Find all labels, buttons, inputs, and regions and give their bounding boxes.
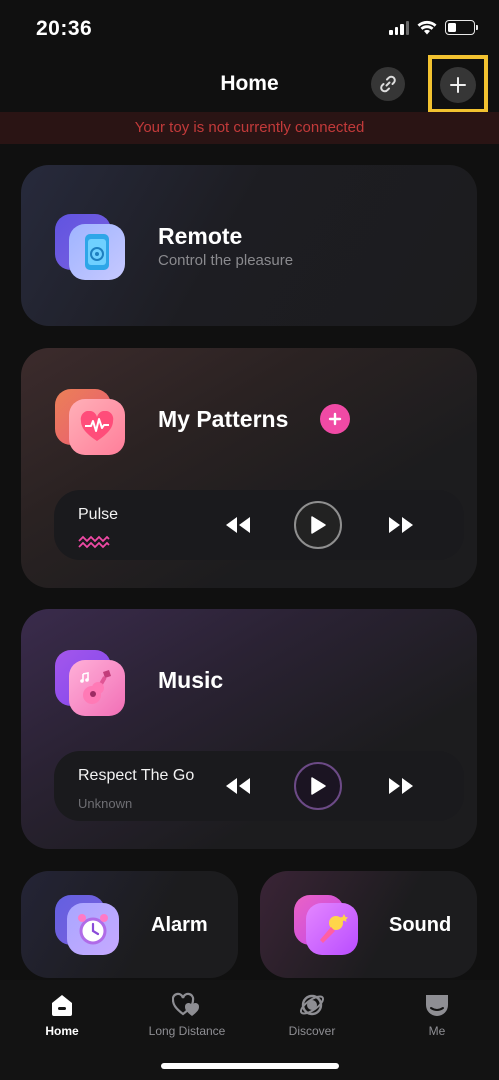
status-time: 20:36 (36, 17, 93, 40)
tab-label-discover: Discover (288, 1024, 336, 1038)
home-icon (52, 995, 72, 1016)
next-button[interactable] (385, 513, 417, 537)
status-bar: 20:36 (0, 0, 499, 60)
tab-label-me: Me (428, 1024, 446, 1038)
add-button[interactable] (440, 67, 476, 103)
hearts-icon (172, 992, 200, 1016)
play-button[interactable] (294, 762, 342, 810)
sound-card[interactable]: Sound (260, 871, 477, 978)
home-indicator[interactable] (161, 1063, 339, 1069)
add-pattern-button[interactable] (320, 404, 350, 434)
music-title: Music (158, 667, 224, 693)
tab-home[interactable]: Home (7, 990, 117, 1038)
music-card[interactable]: Music Respect The Go Unknown (21, 609, 477, 849)
sound-title: Sound (389, 914, 452, 936)
pattern-track-name: Pulse (78, 506, 119, 523)
patterns-card[interactable]: My Patterns Pulse (21, 348, 477, 588)
music-player: Respect The Go Unknown (54, 751, 464, 821)
tab-label-home: Home (45, 1024, 79, 1038)
wifi-icon (417, 20, 437, 35)
fast-forward-icon (389, 517, 413, 533)
link-button[interactable] (371, 67, 405, 101)
battery-icon (445, 20, 478, 35)
remote-subtitle: Control the pleasure (158, 252, 294, 269)
rewind-icon (226, 778, 250, 794)
remote-title: Remote (158, 223, 243, 249)
tab-me[interactable]: Me (382, 990, 492, 1038)
tab-discover[interactable]: Discover (257, 990, 367, 1038)
plus-icon (450, 77, 466, 93)
face-icon (426, 995, 448, 1016)
previous-button[interactable] (222, 513, 254, 537)
status-icons (389, 20, 478, 35)
cellular-signal-icon (389, 20, 409, 35)
play-button[interactable] (294, 501, 342, 549)
play-icon (311, 777, 326, 795)
page-title: Home (220, 72, 279, 95)
tab-long-distance[interactable]: Long Distance (132, 990, 242, 1038)
music-artist: Unknown (78, 796, 133, 811)
remote-card[interactable]: Remote Control the pleasure (21, 165, 477, 326)
next-button[interactable] (385, 774, 417, 798)
plus-icon (328, 412, 342, 426)
patterns-player: Pulse (54, 490, 464, 560)
previous-button[interactable] (222, 774, 254, 798)
wave-pattern-icon (78, 535, 110, 549)
fast-forward-icon (389, 778, 413, 794)
music-track-name: Respect The Go (78, 767, 195, 784)
alarm-title: Alarm (151, 914, 208, 936)
play-icon (311, 516, 326, 534)
planet-icon (299, 994, 325, 1016)
patterns-title: My Patterns (158, 406, 289, 432)
tab-label-long-distance: Long Distance (148, 1024, 226, 1038)
connection-warning-banner: Your toy is not currently connected (0, 112, 499, 144)
link-icon (380, 75, 396, 93)
rewind-icon (226, 517, 250, 533)
alarm-card[interactable]: Alarm (21, 871, 238, 978)
header: Home (0, 55, 499, 113)
